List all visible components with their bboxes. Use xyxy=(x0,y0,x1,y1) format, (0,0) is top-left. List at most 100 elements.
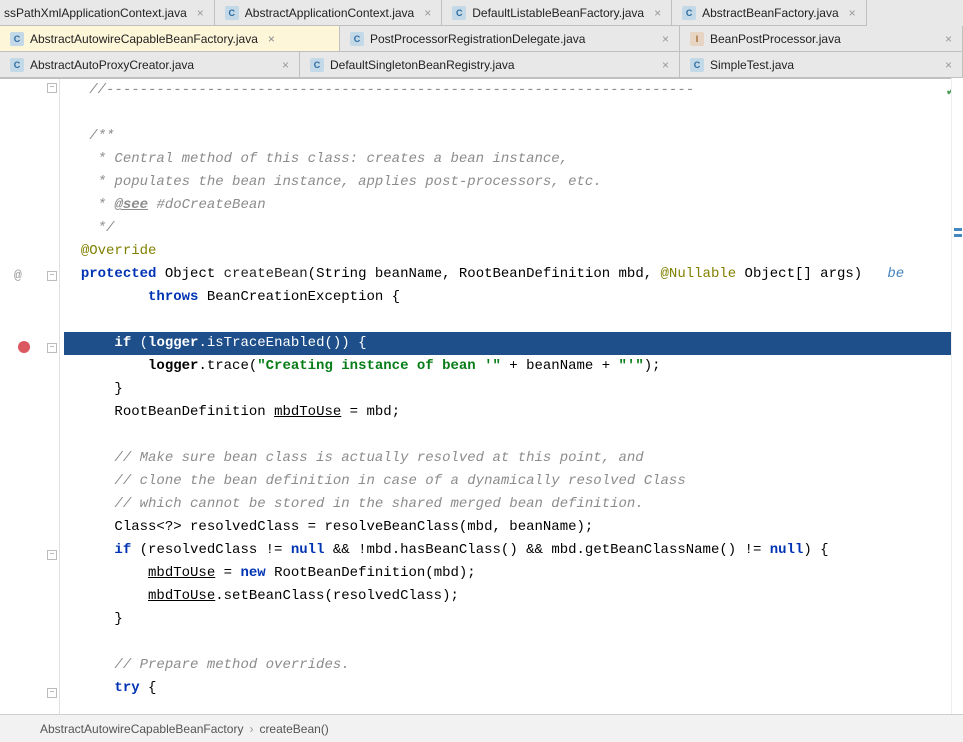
code-text: (resolvedClass != xyxy=(131,542,291,558)
code-text: && !mbd.hasBeanClass() && mbd.getBeanCla… xyxy=(324,542,769,558)
error-stripe[interactable] xyxy=(951,78,963,714)
comment: // which cannot be stored in the shared … xyxy=(114,496,643,512)
tab-file-active[interactable]: C AbstractAutowireCapableBeanFactory.jav… xyxy=(0,26,340,52)
code-text: .trace( xyxy=(198,358,257,374)
code-text: } xyxy=(114,611,122,627)
tab-label: BeanPostProcessor.java xyxy=(710,32,841,46)
code-content[interactable]: ✔ //------------------------------------… xyxy=(60,79,963,715)
annotation: @Nullable xyxy=(661,266,737,282)
keyword: null xyxy=(291,542,325,558)
fold-icon[interactable]: − xyxy=(47,343,57,353)
close-icon[interactable]: × xyxy=(945,58,952,72)
tab-label: AbstractAutoProxyCreator.java xyxy=(30,58,194,72)
breadcrumb-item[interactable]: AbstractAutowireCapableBeanFactory xyxy=(40,722,243,736)
javadoc-tag: @see xyxy=(114,197,148,213)
tab-file[interactable]: C DefaultSingletonBeanRegistry.java × xyxy=(300,52,680,78)
tab-file[interactable]: I BeanPostProcessor.java × xyxy=(680,26,963,52)
code-text: Object xyxy=(156,266,223,282)
code-text: { xyxy=(140,680,157,696)
tab-label: SimpleTest.java xyxy=(710,58,794,72)
tab-label: PostProcessorRegistrationDelegate.java xyxy=(370,32,585,46)
code-text: (String beanName, RootBeanDefinition mbd… xyxy=(308,266,661,282)
code-text: Class<?> resolvedClass = resolveBeanClas… xyxy=(114,519,593,535)
stripe-mark[interactable] xyxy=(954,228,962,231)
tab-label: DefaultListableBeanFactory.java xyxy=(472,6,644,20)
code-text: RootBeanDefinition(mbd); xyxy=(266,565,476,581)
keyword: null xyxy=(770,542,804,558)
javadoc: #doCreateBean xyxy=(148,197,266,213)
keyword: try xyxy=(114,680,139,696)
code-editor[interactable]: − @ − − − − ✔ //------------------------… xyxy=(0,79,963,715)
string-literal: "Creating instance of bean '" xyxy=(257,358,501,374)
javadoc: /** xyxy=(89,128,114,144)
code-text: .setBeanClass(resolvedClass); xyxy=(215,588,459,604)
close-icon[interactable]: × xyxy=(662,32,669,46)
class-icon: C xyxy=(10,58,24,72)
close-icon[interactable]: × xyxy=(197,6,204,20)
tab-file[interactable]: C SimpleTest.java × xyxy=(680,52,963,78)
variable: mbdToUse xyxy=(148,565,215,581)
fold-icon[interactable]: − xyxy=(47,688,57,698)
tab-label: ssPathXmlApplicationContext.java xyxy=(4,6,187,20)
variable: mbdToUse xyxy=(274,404,341,420)
class-icon: C xyxy=(225,6,239,20)
variable: mbdToUse xyxy=(148,588,215,604)
code-text: BeanCreationException { xyxy=(198,289,400,305)
close-icon[interactable]: × xyxy=(945,32,952,46)
close-icon[interactable]: × xyxy=(282,58,289,72)
tab-label: AbstractAutowireCapableBeanFactory.java xyxy=(30,32,258,46)
javadoc: */ xyxy=(89,220,114,236)
code-text: = mbd; xyxy=(341,404,400,420)
keyword: throws xyxy=(148,289,198,305)
code-text: + beanName + xyxy=(501,358,619,374)
annotation: @Override xyxy=(81,243,157,259)
close-icon[interactable]: × xyxy=(268,32,275,46)
code-text: } xyxy=(114,381,122,397)
class-icon: C xyxy=(350,32,364,46)
tab-file[interactable]: C AbstractBeanFactory.java × xyxy=(672,0,867,26)
param-hint: be xyxy=(887,266,904,282)
comment: // clone the bean definition in case of … xyxy=(114,473,685,489)
javadoc: * populates the bean instance, applies p… xyxy=(89,174,601,190)
tab-label: DefaultSingletonBeanRegistry.java xyxy=(330,58,515,72)
keyword: if xyxy=(114,542,131,558)
keyword: protected xyxy=(81,266,157,282)
class-icon: C xyxy=(690,58,704,72)
override-gutter-icon[interactable]: @ xyxy=(14,268,22,283)
method-name: createBean xyxy=(224,266,308,282)
tab-file[interactable]: C AbstractAutoProxyCreator.java × xyxy=(0,52,300,78)
tab-label: AbstractBeanFactory.java xyxy=(702,6,839,20)
tab-file[interactable]: C DefaultListableBeanFactory.java × xyxy=(442,0,672,26)
close-icon[interactable]: × xyxy=(849,6,856,20)
close-icon[interactable]: × xyxy=(662,58,669,72)
close-icon[interactable]: × xyxy=(424,6,431,20)
code-text: Object[] args) xyxy=(736,266,887,282)
breakpoint-icon[interactable] xyxy=(18,341,30,353)
editor-gutter[interactable]: − @ − − − − xyxy=(0,79,60,715)
code-text: //--------------------------------------… xyxy=(89,82,694,98)
code-text: ); xyxy=(644,358,661,374)
current-line: if (logger.isTraceEnabled()) { xyxy=(64,332,963,355)
chevron-right-icon: › xyxy=(249,722,253,736)
class-icon: C xyxy=(682,6,696,20)
string-literal: "'" xyxy=(619,358,644,374)
stripe-mark[interactable] xyxy=(954,234,962,237)
comment: // Prepare method overrides. xyxy=(114,657,349,673)
comment: // Make sure bean class is actually reso… xyxy=(114,450,643,466)
breadcrumb-item[interactable]: createBean() xyxy=(259,722,328,736)
class-icon: C xyxy=(310,58,324,72)
interface-icon: I xyxy=(690,32,704,46)
code-text: ) { xyxy=(803,542,828,558)
tab-file[interactable]: C PostProcessorRegistrationDelegate.java… xyxy=(340,26,680,52)
fold-icon[interactable]: − xyxy=(47,550,57,560)
fold-icon[interactable]: − xyxy=(47,271,57,281)
tab-file[interactable]: ssPathXmlApplicationContext.java × xyxy=(0,0,215,26)
breadcrumb-bar: AbstractAutowireCapableBeanFactory › cre… xyxy=(0,714,963,742)
fold-icon[interactable]: − xyxy=(47,83,57,93)
tab-file[interactable]: C AbstractApplicationContext.java × xyxy=(215,0,442,26)
editor-tabs: ssPathXmlApplicationContext.java × C Abs… xyxy=(0,0,963,79)
class-icon: C xyxy=(452,6,466,20)
javadoc: * Central method of this class: creates … xyxy=(89,151,568,167)
code-text: RootBeanDefinition xyxy=(114,404,274,420)
close-icon[interactable]: × xyxy=(654,6,661,20)
